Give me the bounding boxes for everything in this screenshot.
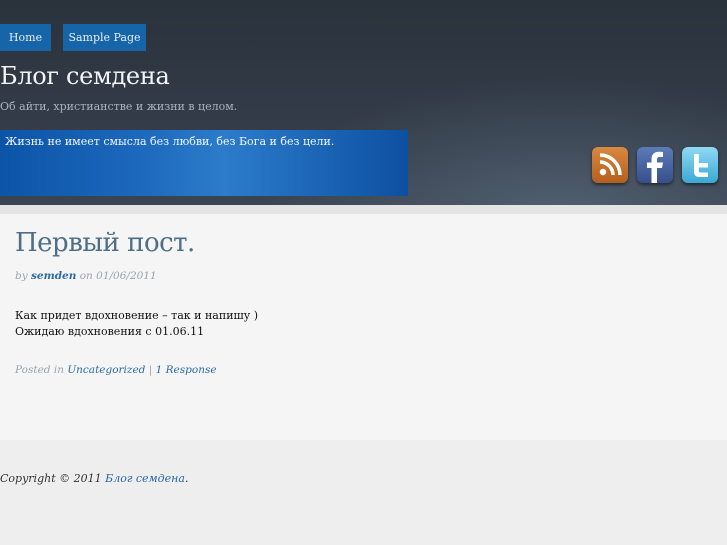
site-description: Об айти, христианстве и жизни в целом. <box>0 100 238 113</box>
post-meta-on: on <box>79 270 93 282</box>
responses-link[interactable]: 1 Response <box>156 364 217 376</box>
rss-icon[interactable] <box>592 147 628 183</box>
post-meta-by: by <box>15 270 28 282</box>
header-divider <box>0 205 727 214</box>
site-title[interactable]: Блог семдена <box>0 62 170 90</box>
category-link[interactable]: Uncategorized <box>67 364 145 376</box>
post-footer: Posted in Uncategorized | 1 Response <box>15 364 217 376</box>
footer-site-link[interactable]: Блог семдена <box>105 472 185 485</box>
nav-home-button[interactable]: Home <box>0 24 51 51</box>
post-title[interactable]: Первый пост. <box>15 228 195 258</box>
twitter-icon[interactable] <box>682 147 718 183</box>
quote-text: Жизнь не имеет смысла без любви, без Бог… <box>5 135 335 148</box>
site-header: Home Sample Page Блог семдена Об айти, х… <box>0 0 727 205</box>
footer-period: . <box>184 472 189 485</box>
post-author-link[interactable]: semden <box>31 270 76 282</box>
post-body-line: Ожидаю вдохновения с 01.06.11 <box>15 325 205 338</box>
copyright-text: Copyright © 2011 <box>0 472 102 485</box>
post-body: Как придет вдохновение – так и напишу ) … <box>15 308 258 340</box>
post-meta: by semden on 01/06/2011 <box>15 270 157 282</box>
post-body-line: Как придет вдохновение – так и напишу ) <box>15 309 259 322</box>
nav-sample-page-button[interactable]: Sample Page <box>63 24 146 51</box>
quote-banner: Жизнь не имеет смысла без любви, без Бог… <box>0 130 408 196</box>
site-footer: Copyright © 2011 Блог семдена. <box>0 472 188 485</box>
post-footer-separator: | <box>148 364 153 376</box>
post-date: 01/06/2011 <box>96 270 157 282</box>
facebook-icon[interactable] <box>637 147 673 183</box>
posted-in-label: Posted in <box>15 364 64 376</box>
